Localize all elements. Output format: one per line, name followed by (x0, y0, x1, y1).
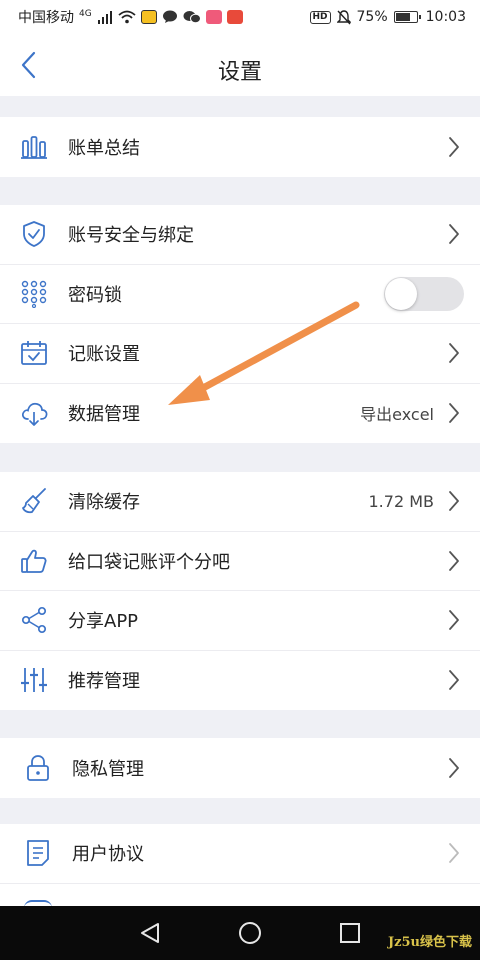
calendar-check-icon (20, 339, 48, 367)
network-label: 4G (79, 9, 92, 19)
chevron-right-icon (444, 487, 464, 515)
row-label: 推荐管理 (68, 671, 140, 693)
settings-group-misc: 清除缓存 1.72 MB 给口袋记账评个分吧 分享APP 推荐管理 (0, 472, 480, 710)
row-privacy-management[interactable]: 隐私管理 (0, 738, 480, 798)
nav-back-button[interactable] (134, 917, 166, 949)
row-user-agreement[interactable]: 用户协议 (0, 824, 480, 884)
chevron-right-icon (444, 666, 464, 694)
row-label: 账单总结 (68, 137, 140, 159)
status-bar: 中国移动 4G HD 75% 10:03 (0, 0, 480, 34)
share-icon (20, 606, 48, 634)
triangle-back-icon (141, 923, 159, 943)
chevron-right-icon (444, 399, 464, 427)
chevron-right-icon (444, 220, 464, 248)
nav-home-button[interactable] (234, 917, 266, 949)
section-divider (0, 798, 480, 824)
section-divider (0, 443, 480, 472)
row-label: 隐私管理 (72, 758, 144, 780)
hd-badge: HD (309, 10, 331, 24)
page-title: 设置 (217, 60, 262, 85)
wifi-icon (118, 10, 136, 24)
row-share-app[interactable]: 分享APP (0, 591, 480, 651)
row-label: 给口袋记账评个分吧 (68, 551, 230, 573)
app-notification-icon (226, 10, 243, 24)
nav-recents-button[interactable] (334, 917, 366, 949)
chevron-right-icon (444, 754, 464, 782)
toggle-knob (385, 277, 417, 310)
chevron-right-icon (444, 839, 464, 867)
watermark: Jz5u绿色下载 (387, 935, 472, 950)
bar-chart-icon (20, 133, 48, 161)
row-label: 密码锁 (68, 284, 122, 306)
carrier-label: 中国移动 (18, 10, 74, 26)
row-label: 记账设置 (68, 344, 140, 366)
section-divider (0, 710, 480, 738)
keypad-icon (20, 280, 48, 308)
broom-icon (20, 487, 48, 515)
section-divider (0, 177, 480, 205)
row-clear-cache[interactable]: 清除缓存 1.72 MB (0, 472, 480, 532)
chevron-right-icon (444, 339, 464, 367)
row-value: 1.72 MB (368, 491, 435, 511)
lock-icon (24, 754, 52, 782)
row-bill-summary[interactable]: 账单总结 (0, 117, 480, 177)
row-recommend-management[interactable]: 推荐管理 (0, 651, 480, 711)
row-account-security[interactable]: 账号安全与绑定 (0, 205, 480, 265)
app-notification-icon (205, 10, 222, 24)
row-data-management[interactable]: 数据管理 导出excel (0, 384, 480, 444)
circle-home-icon (239, 922, 261, 944)
chevron-right-icon (444, 547, 464, 575)
row-password-lock: 密码锁 (0, 265, 480, 324)
message-icon (162, 10, 177, 23)
row-label: 用户协议 (72, 844, 144, 866)
wechat-icon (183, 11, 201, 24)
square-recents-icon (340, 923, 360, 943)
row-value: 导出excel (360, 405, 434, 425)
document-icon (24, 839, 52, 867)
navigation-bar: Jz5u绿色下载 (0, 906, 480, 960)
cloud-download-icon (20, 399, 48, 427)
battery-percent: 75% (356, 9, 388, 25)
row-bookkeeping-settings[interactable]: 记账设置 (0, 324, 480, 384)
row-label: 清除缓存 (68, 492, 140, 514)
row-label: 账号安全与绑定 (68, 225, 194, 247)
clock: 10:03 (425, 9, 466, 25)
signal-icon (97, 11, 112, 24)
bell-off-icon (336, 9, 351, 24)
battery-icon (393, 11, 421, 23)
row-label: 数据管理 (68, 404, 140, 426)
settings-group-summary: 账单总结 (0, 117, 480, 177)
section-divider (0, 96, 480, 117)
shield-check-icon (20, 220, 48, 248)
app-notification-icon (140, 10, 157, 24)
chevron-right-icon (444, 133, 464, 161)
thumbs-up-icon (20, 547, 48, 575)
password-lock-toggle[interactable] (384, 276, 464, 311)
row-rate-app[interactable]: 给口袋记账评个分吧 (0, 532, 480, 591)
title-bar: 设置 (0, 34, 480, 96)
chevron-right-icon (444, 606, 464, 634)
sliders-icon (20, 666, 48, 694)
settings-group-legal: 用户协议 (0, 824, 480, 906)
settings-group-account: 账号安全与绑定 密码锁 记账设置 数据管理 导出excel (0, 205, 480, 443)
settings-group-privacy: 隐私管理 (0, 738, 480, 798)
row-label: 分享APP (68, 611, 139, 633)
